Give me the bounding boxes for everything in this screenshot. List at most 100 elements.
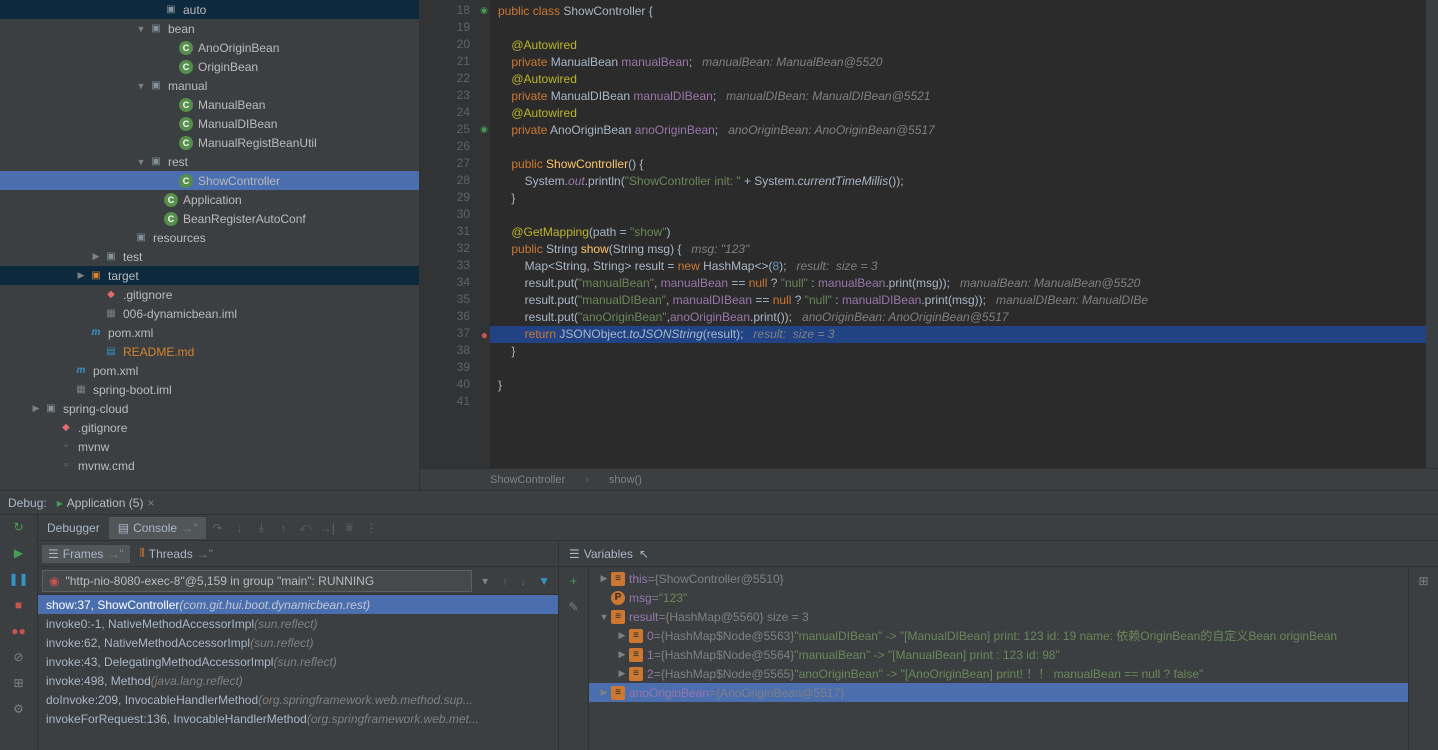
variable-item[interactable]: ▶≡this = {ShowController@5510} (589, 569, 1408, 588)
trace-button[interactable]: ⋮ (360, 517, 382, 539)
breadcrumb-class[interactable]: ShowController (490, 474, 565, 486)
code-line[interactable]: } (490, 343, 1426, 360)
code-line[interactable]: @Autowired (490, 105, 1426, 122)
gutter-line[interactable]: 41 (420, 394, 490, 411)
tree-item[interactable]: ▶▣spring-cloud (0, 399, 419, 418)
code-line[interactable]: public ShowController() { (490, 156, 1426, 173)
tree-item[interactable]: CManualBean (0, 95, 419, 114)
tree-item[interactable]: ▼▣rest (0, 152, 419, 171)
gutter-line[interactable]: 30 (420, 207, 490, 224)
resume-button[interactable]: ▶ (9, 543, 29, 563)
gutter-line[interactable]: 32 (420, 241, 490, 258)
layout-button[interactable]: ⊞ (9, 673, 29, 693)
gutter-line[interactable]: 34 (420, 275, 490, 292)
drop-frame-button[interactable]: ⤺ (294, 517, 316, 539)
stack-frame[interactable]: invoke:43, DelegatingMethodAccessorImpl … (38, 652, 558, 671)
code-line[interactable]: } (490, 377, 1426, 394)
code-line[interactable]: private ManualBean manualBean; manualBea… (490, 54, 1426, 71)
gutter-line[interactable]: 40 (420, 377, 490, 394)
code-line[interactable]: @GetMapping(path = "show") (490, 224, 1426, 241)
variable-item[interactable]: ▼≡result = {HashMap@5560} size = 3 (589, 607, 1408, 626)
breakpoint-icon[interactable]: ● (476, 328, 488, 340)
tree-item[interactable]: CManualDIBean (0, 114, 419, 133)
step-over-button[interactable]: ↷ (206, 517, 228, 539)
code-line[interactable]: } (490, 190, 1426, 207)
stack-frame[interactable]: invoke:62, NativeMethodAccessorImpl (sun… (38, 633, 558, 652)
gutter-line[interactable]: 27 (420, 156, 490, 173)
code-line[interactable]: public class ShowController { (490, 3, 1426, 20)
tree-item[interactable]: CApplication (0, 190, 419, 209)
tree-arrow-icon[interactable]: ▶ (597, 687, 611, 698)
gutter-line[interactable]: 31 (420, 224, 490, 241)
tree-arrow-icon[interactable]: ▶ (615, 668, 629, 679)
tree-item[interactable]: ▣auto (0, 0, 419, 19)
tree-arrow-icon[interactable]: ▶ (75, 270, 87, 281)
tree-item[interactable]: ▤README.md (0, 342, 419, 361)
debug-config-tab[interactable]: ▸ Application (5) × (57, 496, 155, 510)
step-into-button[interactable]: ↓ (228, 517, 250, 539)
console-tab[interactable]: ▤ Console →" (109, 517, 207, 539)
tree-item[interactable]: CShowController (0, 171, 419, 190)
tree-item[interactable]: mpom.xml (0, 361, 419, 380)
tree-item[interactable]: ▼▣bean (0, 19, 419, 38)
threads-tab[interactable]: ⫴ Threads →" (134, 544, 219, 563)
implement-icon[interactable]: ◉ (476, 5, 488, 17)
tree-item[interactable]: ◆.gitignore (0, 285, 419, 304)
thread-selector[interactable]: ◉ "http-nio-8080-exec-8"@5,159 in group … (42, 570, 472, 592)
gutter-line[interactable]: 29 (420, 190, 490, 207)
step-out-button[interactable]: ↑ (272, 517, 294, 539)
gutter-line[interactable]: 39 (420, 360, 490, 377)
tree-item[interactable]: ▫mvnw (0, 437, 419, 456)
code-line[interactable] (490, 20, 1426, 37)
tree-item[interactable]: CManualRegistBeanUtil (0, 133, 419, 152)
debugger-tab[interactable]: Debugger (38, 517, 109, 539)
gutter-line[interactable]: 21 (420, 54, 490, 71)
gutter-line[interactable]: 28 (420, 173, 490, 190)
code-line[interactable]: Map<String, String> result = new HashMap… (490, 258, 1426, 275)
tree-arrow-icon[interactable]: ▶ (597, 573, 611, 584)
breadcrumb[interactable]: ShowController › show() (420, 468, 1438, 490)
gutter-line[interactable]: 19 (420, 20, 490, 37)
prev-frame-button[interactable]: ↑ (498, 574, 512, 588)
code-line[interactable] (490, 139, 1426, 156)
code-line[interactable]: result.put("manualBean", manualBean == n… (490, 275, 1426, 292)
gutter-line[interactable]: 26 (420, 139, 490, 156)
variable-item[interactable]: ▶≡anoOriginBean = {AnoOriginBean@5517} (589, 683, 1408, 702)
code-line[interactable]: private ManualDIBean manualDIBean; manua… (490, 88, 1426, 105)
rerun-button[interactable]: ↻ (9, 517, 29, 537)
tree-arrow-icon[interactable]: ▶ (615, 649, 629, 660)
tree-arrow-icon[interactable]: ▶ (615, 630, 629, 641)
editor-scrollbar[interactable] (1426, 0, 1438, 468)
tree-arrow-icon[interactable]: ▼ (597, 612, 611, 622)
code-line[interactable]: System.out.println("ShowController init:… (490, 173, 1426, 190)
tree-item[interactable]: ◆.gitignore (0, 418, 419, 437)
breadcrumb-method[interactable]: show() (609, 474, 642, 486)
gutter-line[interactable]: 24 (420, 105, 490, 122)
stack-frame[interactable]: invoke0:-1, NativeMethodAccessorImpl (su… (38, 614, 558, 633)
chevron-down-icon[interactable]: ▾ (476, 574, 494, 588)
force-step-into-button[interactable]: ⤓ (250, 517, 272, 539)
tree-item[interactable]: ▶▣test (0, 247, 419, 266)
gutter-line[interactable]: 25◉ (420, 122, 490, 139)
watch-settings-button[interactable]: ⊞ (1414, 571, 1434, 591)
code-line[interactable]: private AnoOriginBean anoOriginBean; ano… (490, 122, 1426, 139)
variable-item[interactable]: ▶≡1 = {HashMap$Node@5564} "manualBean" -… (589, 645, 1408, 664)
tree-arrow-icon[interactable]: ▶ (90, 251, 102, 262)
editor-gutter[interactable]: 18◉19202122232425◉2627282930313233343536… (420, 0, 490, 468)
tree-item[interactable]: ▣resources (0, 228, 419, 247)
variables-tree[interactable]: ▶≡this = {ShowController@5510}Pmsg = "12… (589, 567, 1408, 750)
variable-item[interactable]: ▶≡2 = {HashMap$Node@5565} "anoOriginBean… (589, 664, 1408, 683)
next-frame-button[interactable]: ↓ (516, 574, 530, 588)
gutter-line[interactable]: 33 (420, 258, 490, 275)
variables-tab[interactable]: ☰ Variables ↖ (563, 545, 655, 563)
close-icon[interactable]: × (147, 496, 154, 510)
tree-item[interactable]: mpom.xml (0, 323, 419, 342)
frames-list[interactable]: show:37, ShowController (com.git.hui.boo… (38, 595, 558, 750)
stack-frame[interactable]: doInvoke:209, InvocableHandlerMethod (or… (38, 690, 558, 709)
code-line[interactable]: @Autowired (490, 71, 1426, 88)
tree-item[interactable]: ▶▣target (0, 266, 419, 285)
frames-tab[interactable]: ☰ Frames →" (42, 545, 130, 563)
gutter-line[interactable]: 20 (420, 37, 490, 54)
tree-item[interactable]: ▦spring-boot.iml (0, 380, 419, 399)
project-tree[interactable]: ▣auto▼▣beanCAnoOriginBeanCOriginBean▼▣ma… (0, 0, 420, 490)
